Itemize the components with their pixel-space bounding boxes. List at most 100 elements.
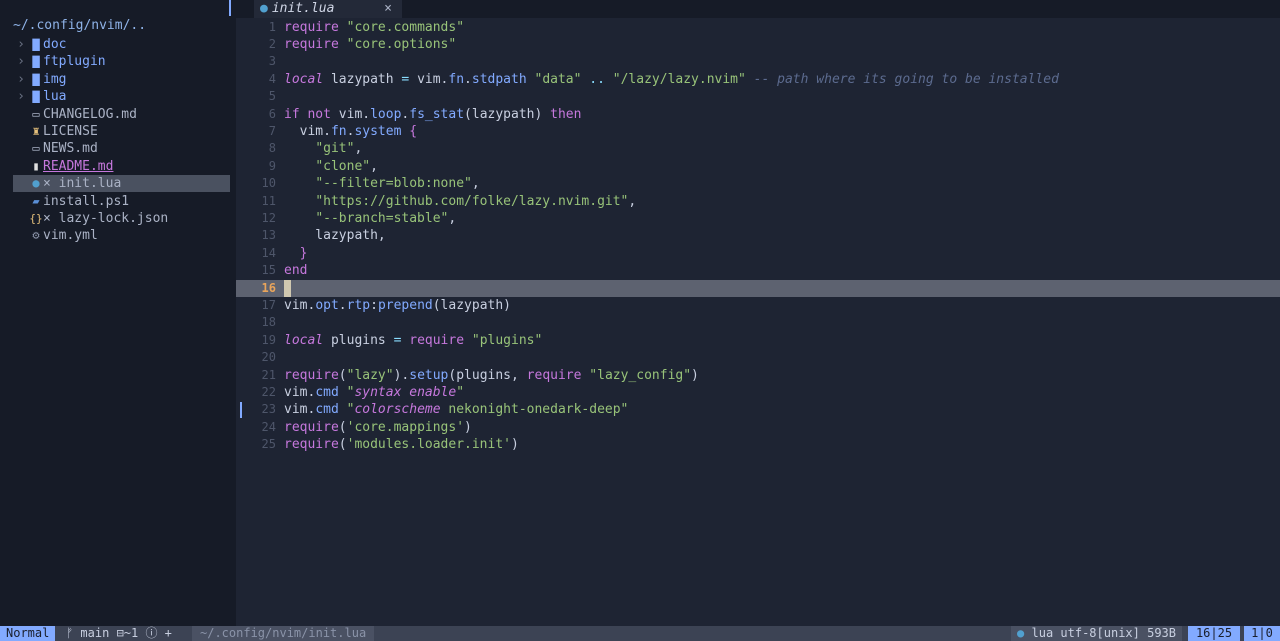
file-item[interactable]: ▭ NEWS.md <box>13 140 230 157</box>
chevron-right-icon[interactable]: › <box>13 36 29 53</box>
line-position: 16|25 <box>1188 626 1240 641</box>
folder-icon: ▇ <box>32 89 40 104</box>
code-text: if not vim.loop.fs_stat(lazypath) then <box>284 106 582 122</box>
branch-label: ᚠ main <box>66 626 110 640</box>
file-item[interactable]: ▮ README.md <box>13 158 230 175</box>
line-number: 2 <box>268 36 276 51</box>
code-line[interactable]: 25 require('modules.loader.init') <box>236 436 1280 453</box>
code-line[interactable]: 15 end <box>236 262 1280 279</box>
code-text: "git", <box>315 141 363 157</box>
code-text: require("lazy").setup(plugins, require "… <box>284 367 699 383</box>
line-number: 20 <box>261 350 276 365</box>
tree-item-label: install.ps1 <box>43 193 130 209</box>
folder-icon: ▇ <box>32 71 40 86</box>
code-line[interactable]: 3 <box>236 53 1280 70</box>
line-number: 22 <box>261 384 276 399</box>
code-text: require "core.commands" <box>284 19 465 35</box>
code-line[interactable]: 19 local plugins = require "plugins" <box>236 332 1280 349</box>
code-line[interactable]: 4 local lazypath = vim.fn.stdpath "data" … <box>236 71 1280 88</box>
gear-icon: ⚙ <box>32 228 40 243</box>
code-text: "--branch=stable", <box>315 210 457 226</box>
line-number: 14 <box>261 245 276 260</box>
line-number: 1 <box>268 19 276 34</box>
readme-icon: ▮ <box>32 158 40 173</box>
json-icon: {} <box>29 212 43 225</box>
line-number: 13 <box>261 228 276 243</box>
chevron-right-icon[interactable]: › <box>13 71 29 88</box>
git-changes: ⊟~1 ⓘ + <box>116 626 172 640</box>
folder-item[interactable]: › ▇ doc <box>13 36 230 53</box>
line-number: 10 <box>261 176 276 191</box>
filetype-info: ● lua utf-8[unix] 593B <box>1011 626 1182 641</box>
code-line[interactable]: 20 <box>236 349 1280 366</box>
powershell-icon: ▰ <box>32 193 40 208</box>
code-line[interactable]: 10 "--filter=blob:none", <box>236 175 1280 192</box>
code-text: vim.opt.rtp:prepend(lazypath) <box>284 297 512 313</box>
code-line[interactable]: 14 } <box>236 245 1280 262</box>
code-line[interactable]: 21 require("lazy").setup(plugins, require… <box>236 367 1280 384</box>
code-line[interactable]: 5 <box>236 88 1280 105</box>
code-text: "https://github.com/folke/lazy.nvim.git"… <box>315 193 637 209</box>
code-line[interactable]: 12 "--branch=stable", <box>236 210 1280 227</box>
code-line[interactable]: 13 lazypath, <box>236 227 1280 244</box>
column-position: 1|0 <box>1244 626 1280 641</box>
folder-item[interactable]: › ▇ ftplugin <box>13 53 230 70</box>
close-tab-icon[interactable]: × <box>384 0 392 18</box>
tree-item-label: vim.yml <box>43 228 98 244</box>
code-line[interactable]: 6 if not vim.loop.fs_stat(lazypath) then <box>236 106 1280 123</box>
file-item[interactable]: {}× lazy-lock.json <box>13 210 230 227</box>
code-text: vim.cmd "syntax enable" <box>284 384 465 400</box>
tree-item-label: lua <box>43 89 67 105</box>
code-line[interactable]: 17 vim.opt.rtp:prepend(lazypath) <box>236 297 1280 314</box>
file-item[interactable]: ▭ CHANGELOG.md <box>13 106 230 123</box>
code-line[interactable]: 7 vim.fn.system { <box>236 123 1280 140</box>
code-line[interactable]: 23 vim.cmd "colorscheme nekonight-onedark… <box>236 401 1280 418</box>
license-icon: ♜ <box>32 124 40 138</box>
tree-item-label: ftplugin <box>43 54 106 70</box>
code-text: "clone", <box>315 158 378 174</box>
line-number: 12 <box>261 210 276 225</box>
markdown-icon: ▭ <box>32 141 40 156</box>
tree-item-label: CHANGELOG.md <box>43 106 137 122</box>
file-item[interactable]: ⚙ vim.yml <box>13 227 230 244</box>
code-line[interactable]: 24 require('core.mappings') <box>236 419 1280 436</box>
tree-item-label: lazy-lock.json <box>58 211 169 226</box>
tree-item-label: README.md <box>43 158 114 174</box>
line-number: 3 <box>268 54 276 69</box>
code-text: lazypath, <box>284 228 386 244</box>
file-explorer: ~/.config/nvim/.. › ▇ doc › ▇ ftplugin › ▇ img › ▇… <box>0 0 236 626</box>
tree-item-label: LICENSE <box>43 124 98 139</box>
code-line[interactable]: 1 require "core.commands" <box>236 19 1280 36</box>
code-text: end <box>284 263 308 279</box>
file-item[interactable]: ● × init.lua <box>13 175 230 193</box>
explorer-root-path[interactable]: ~/.config/nvim/.. <box>13 17 146 35</box>
chevron-right-icon[interactable]: › <box>13 53 29 70</box>
folder-item[interactable]: › ▇ lua <box>13 88 230 105</box>
code-text: require "core.options" <box>284 36 457 52</box>
code-line[interactable]: 11 "https://github.com/folke/lazy.nvim.g… <box>236 193 1280 210</box>
code-line[interactable]: 9 "clone", <box>236 158 1280 175</box>
tab-init-lua[interactable]: ● init.lua × <box>254 0 402 18</box>
tree-item-label: img <box>43 71 67 87</box>
line-number: 11 <box>261 193 276 208</box>
line-number: 18 <box>261 315 276 330</box>
modified-marker: × <box>43 211 59 226</box>
folder-item[interactable]: › ▇ img <box>13 71 230 88</box>
code-line[interactable]: 8 "git", <box>236 140 1280 157</box>
mode-indicator: Normal <box>0 626 56 641</box>
lua-icon: ● <box>260 1 268 16</box>
file-item[interactable]: ▰ install.ps1 <box>13 193 230 210</box>
chevron-right-icon[interactable]: › <box>13 88 29 105</box>
code-editor[interactable]: 1 require "core.commands" 2 require "core.o… <box>236 18 1280 626</box>
text-cursor <box>284 279 291 297</box>
code-line[interactable]: 16 <box>236 279 1280 297</box>
code-text: vim.cmd "colorscheme nekonight-onedark-d… <box>284 402 629 418</box>
file-item[interactable]: ♜ LICENSE <box>13 123 230 140</box>
code-text: local plugins = require "plugins" <box>284 332 543 348</box>
line-number: 24 <box>261 419 276 434</box>
code-line[interactable]: 18 <box>236 314 1280 331</box>
code-line[interactable]: 22 vim.cmd "syntax enable" <box>236 384 1280 401</box>
filetype-encoding-size: lua utf-8[unix] 593B <box>1031 626 1177 640</box>
code-line[interactable]: 2 require "core.options" <box>236 36 1280 53</box>
line-number: 8 <box>268 141 276 156</box>
